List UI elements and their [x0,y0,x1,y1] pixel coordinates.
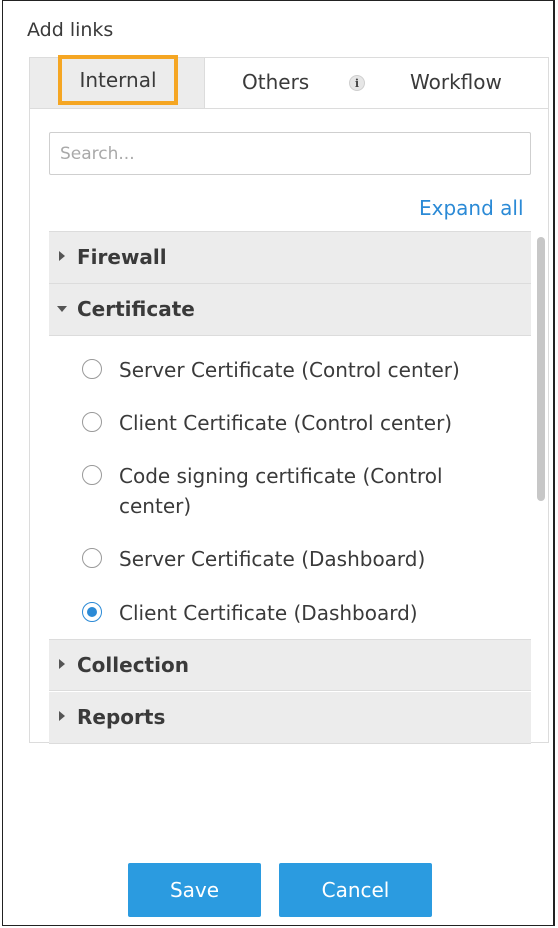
radio-button[interactable] [82,359,102,379]
tree-scrollbar[interactable] [533,231,549,743]
radio-button-selected[interactable] [82,602,102,622]
scrollbar-thumb[interactable] [537,237,545,501]
option-label: Server Certificate (Dashboard) [119,547,426,571]
option-client-cert-dashboard[interactable]: Client Certificate (Dashboard) [49,598,531,632]
link-tree: Firewall Certificate Server Certificate … [49,231,531,744]
group-label: Collection [77,653,189,677]
save-button[interactable]: Save [128,863,261,917]
info-icon[interactable]: i [349,75,365,91]
option-label: Client Certificate (Dashboard) [119,601,418,625]
tab-bar: Internal Others i Workflow [30,55,548,109]
tab-internal[interactable]: Internal [30,55,205,108]
group-label: Reports [77,705,166,729]
radio-button[interactable] [82,548,102,568]
group-reports[interactable]: Reports [49,692,531,744]
option-server-cert-control-center[interactable]: Server Certificate (Control center) [49,355,531,389]
cancel-button[interactable]: Cancel [279,863,432,917]
option-label: Code signing certificate (Control center… [119,464,443,518]
caret-right-icon [59,711,65,721]
group-collection[interactable]: Collection [49,639,531,691]
option-server-cert-dashboard[interactable]: Server Certificate (Dashboard) [49,544,531,578]
option-label: Server Certificate (Control center) [119,358,460,382]
tab-others[interactable]: Others [242,70,309,94]
option-client-cert-control-center[interactable]: Client Certificate (Control center) [49,408,531,442]
option-code-signing-cert-control-center[interactable]: Code signing certificate (Control center… [49,461,531,525]
tab-workflow[interactable]: Workflow [410,70,502,94]
group-certificate[interactable]: Certificate [49,284,531,336]
group-label: Certificate [77,297,195,321]
add-links-dialog: Add links Internal Others i Workflow Exp… [2,0,555,926]
caret-down-icon [57,306,67,312]
tab-internal-label: Internal [58,55,178,105]
expand-all-link[interactable]: Expand all [419,196,524,220]
links-panel: Internal Others i Workflow Expand all Fi… [29,55,549,744]
group-firewall[interactable]: Firewall [49,232,531,284]
radio-button[interactable] [82,412,102,432]
caret-right-icon [59,251,65,261]
search-input[interactable] [49,132,531,175]
dialog-title: Add links [27,19,114,41]
caret-right-icon [59,659,65,669]
option-label: Client Certificate (Control center) [119,411,453,435]
group-label: Firewall [77,245,167,269]
radio-button[interactable] [82,465,102,485]
